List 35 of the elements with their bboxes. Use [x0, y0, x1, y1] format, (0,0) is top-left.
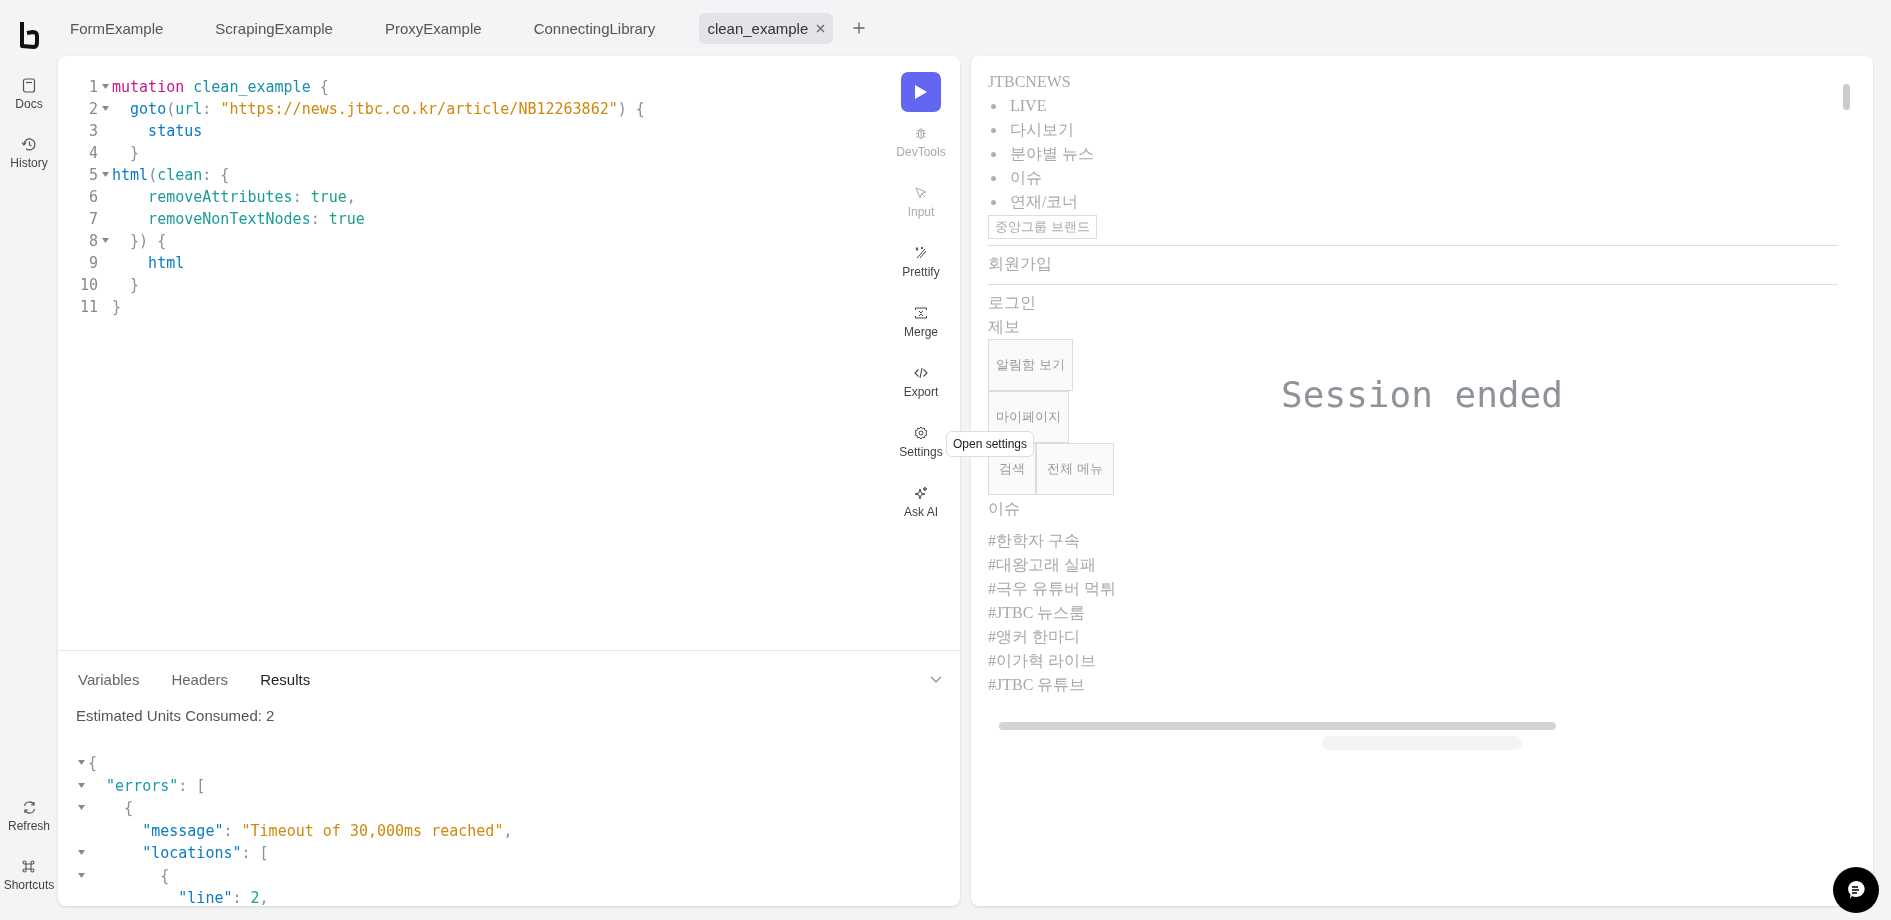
- line-number: 9: [87, 254, 98, 272]
- line-number: 6: [87, 188, 98, 206]
- result-line: "message": "Timeout of 30,000ms reached",: [141, 821, 513, 840]
- session-ended-message: Session ended: [1281, 374, 1563, 415]
- result-line: {: [88, 754, 98, 773]
- result-line: "line": 2,: [177, 889, 269, 906]
- code-line: }: [112, 298, 122, 316]
- result-line: "locations": [: [141, 844, 269, 863]
- page-text: 회원가입: [988, 254, 1053, 274]
- line-number: 5: [87, 166, 98, 184]
- line-number: 4: [87, 144, 98, 162]
- result-line: {: [159, 866, 170, 885]
- tooltip: Open settings: [946, 431, 1035, 457]
- line-number: 1: [87, 78, 98, 96]
- page-text: 이슈: [988, 499, 1021, 519]
- line-number: 10: [78, 276, 98, 294]
- code-line: mutation clean_example {: [112, 78, 329, 96]
- code-line: status: [147, 122, 203, 140]
- line-number: 7: [87, 210, 98, 228]
- code-line: }: [129, 276, 140, 294]
- line-number: 2: [87, 100, 98, 118]
- result-line: {: [123, 799, 134, 818]
- code-line: removeAttributes: true,: [147, 188, 356, 206]
- result-line: "errors": [: [105, 776, 206, 795]
- units-consumed-text: Estimated Units Consumed: 2: [76, 707, 276, 724]
- line-number: 11: [78, 298, 98, 316]
- site-title: JTBCNEWS: [988, 72, 1072, 92]
- code-line: }) {: [129, 232, 167, 250]
- code-line: removeNonTextNodes: true: [147, 210, 365, 228]
- code-line: html(clean: {: [112, 166, 230, 184]
- code-line: goto(url: "https://news.jtbc.co.kr/article/NB12263862") {: [129, 100, 645, 118]
- code-line: }: [129, 144, 140, 162]
- line-number: 8: [87, 232, 98, 250]
- code-line: html: [147, 254, 185, 272]
- line-number: 3: [87, 122, 98, 140]
